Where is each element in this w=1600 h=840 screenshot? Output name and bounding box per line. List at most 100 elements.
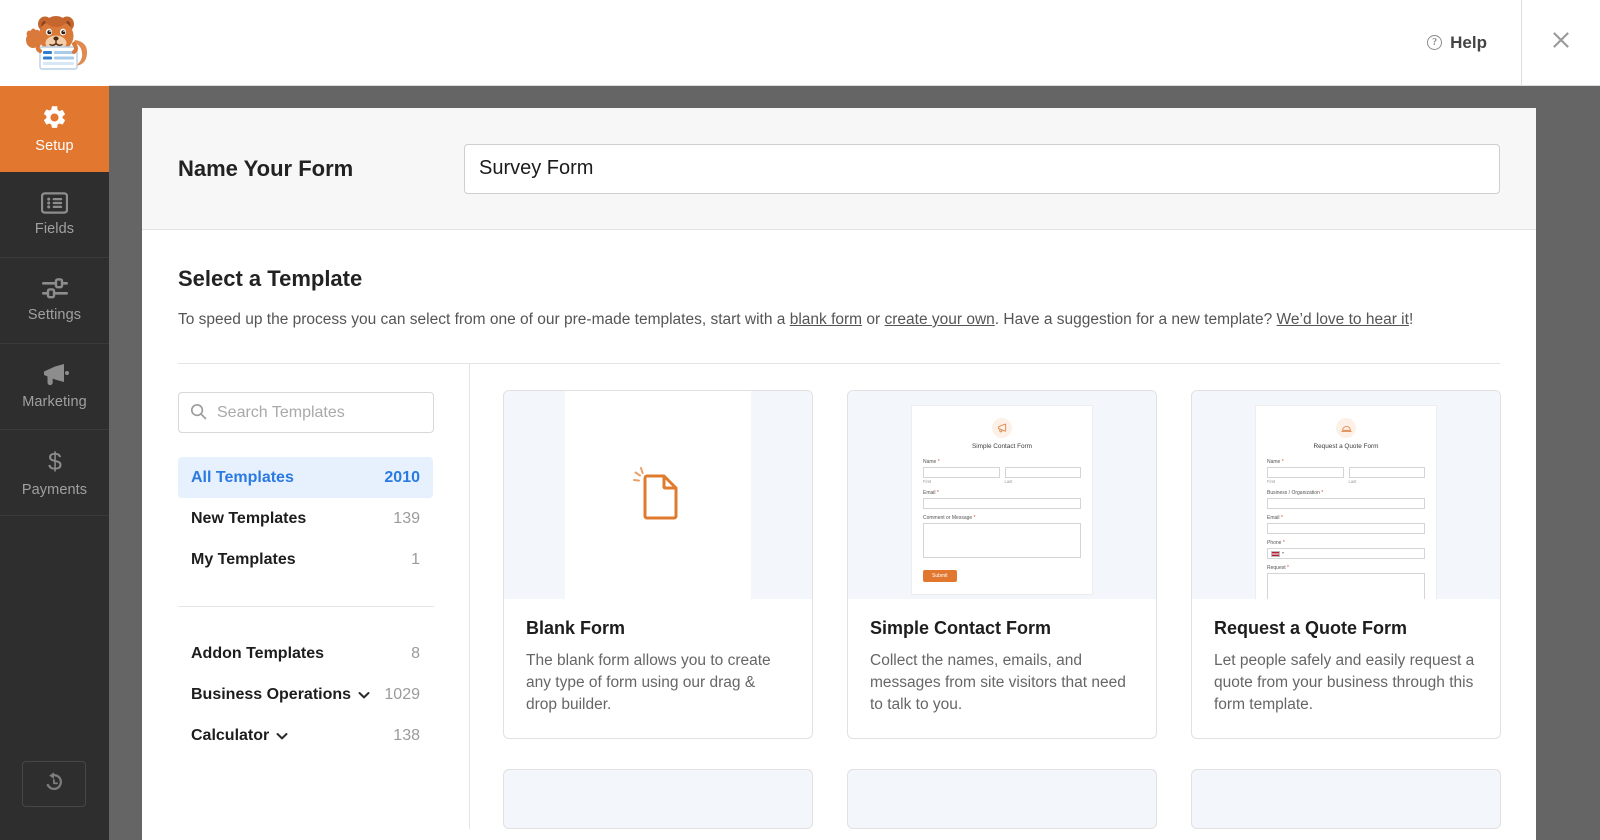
nav-item-setup-label: Setup [35, 138, 73, 154]
wpforms-mascot-logo [0, 0, 109, 86]
mini-field-name: Name * First Last [1267, 459, 1425, 485]
filter-count: 139 [393, 510, 420, 528]
desc-text-1: To speed up the process you can select f… [178, 311, 790, 328]
template-preview: Simple Contact Form Name * First Last [848, 391, 1156, 599]
template-card[interactable] [503, 769, 813, 829]
template-preview: Request a Quote Form Name * First Last [1192, 391, 1500, 599]
mini-textarea [1267, 573, 1425, 599]
mini-field-label: Name * [923, 459, 1081, 465]
list-icon [41, 192, 68, 214]
mini-input [923, 498, 1081, 509]
filter-all-templates[interactable]: All Templates 2010 [178, 457, 433, 498]
template-section: Select a Template To speed up the proces… [142, 230, 1536, 829]
mini-field-label: Email * [1267, 515, 1425, 521]
nav-item-fields-label: Fields [35, 221, 74, 237]
filter-calculator[interactable]: Calculator 138 [178, 715, 433, 756]
template-grid-column: Blank Form The blank form allows you to … [470, 364, 1501, 829]
filter-my-templates[interactable]: My Templates 1 [178, 539, 433, 580]
mini-field-label: Phone * [1267, 540, 1425, 546]
chevron-down-icon[interactable] [358, 686, 370, 704]
blank-form-link[interactable]: blank form [790, 311, 862, 328]
template-card-description: The blank form allows you to create any … [526, 650, 790, 716]
template-card-body: Blank Form The blank form allows you to … [504, 599, 812, 738]
template-card-description: Let people safely and easily request a q… [1214, 650, 1478, 716]
filter-business-operations[interactable]: Business Operations 1029 [178, 674, 433, 715]
mini-field-business: Business / Organization * [1267, 490, 1425, 509]
close-x-icon [1548, 27, 1574, 58]
mini-form-preview: Simple Contact Form Name * First Last [911, 405, 1093, 595]
template-card-title: Simple Contact Form [870, 618, 1134, 639]
mini-field-label: Request * [1267, 565, 1425, 571]
mini-form-preview: Request a Quote Form Name * First Last [1255, 405, 1437, 599]
template-card-description: Collect the names, emails, and messages … [870, 650, 1134, 716]
gear-icon [41, 104, 68, 131]
love-to-hear-it-link[interactable]: We’d love to hear it [1277, 311, 1409, 328]
template-card-blank-form[interactable]: Blank Form The blank form allows you to … [503, 390, 813, 739]
form-builder-screen: Setup Fields [0, 0, 1600, 840]
caret-down-icon: ▾ [1282, 551, 1284, 556]
nav-item-fields[interactable]: Fields [0, 172, 109, 258]
filter-count: 1029 [384, 686, 420, 704]
setup-panel: Name Your Form Select a Template To spee… [142, 108, 1536, 840]
sliders-icon [41, 278, 69, 300]
mini-field-label: Comment or Message * [923, 515, 1081, 521]
create-your-own-link[interactable]: create your own [885, 311, 995, 328]
filter-count: 138 [393, 727, 420, 745]
form-name-header: Name Your Form [142, 108, 1536, 230]
revisions-history-button[interactable] [22, 761, 86, 807]
mini-phone-input: ▾ [1267, 548, 1425, 559]
mini-sublabel-last: Last [1349, 479, 1426, 484]
filter-count: 2010 [384, 469, 420, 487]
template-card[interactable] [1191, 769, 1501, 829]
nav-item-payments[interactable]: $ Payments [0, 430, 109, 516]
filter-count: 1 [411, 551, 420, 569]
help-button[interactable]: ? Help [1427, 0, 1521, 86]
us-flag-icon [1271, 551, 1280, 557]
mini-field-label: Name * [1267, 459, 1425, 465]
mini-field-email: Email * [1267, 515, 1425, 534]
question-circle-icon: ? [1427, 35, 1442, 50]
filter-label: Addon Templates [191, 645, 324, 663]
form-name-input[interactable] [464, 144, 1500, 194]
filter-label: Business Operations [191, 686, 351, 704]
filter-label: New Templates [191, 510, 306, 528]
nav-item-setup[interactable]: Setup [0, 86, 109, 172]
primary-filter-list: All Templates 2010 New Templates 139 My … [178, 457, 433, 580]
nav-item-marketing-label: Marketing [22, 394, 87, 410]
nav-item-payments-label: Payments [22, 482, 87, 498]
search-templates-input[interactable] [178, 392, 434, 433]
history-revisions-icon [42, 770, 66, 799]
filter-new-templates[interactable]: New Templates 139 [178, 498, 433, 539]
template-card-simple-contact-form[interactable]: Simple Contact Form Name * First Last [847, 390, 1157, 739]
nav-item-marketing[interactable]: Marketing [0, 344, 109, 430]
nav-item-settings[interactable]: Settings [0, 258, 109, 344]
mini-sublabel-first: First [1267, 479, 1344, 484]
megaphone-icon [992, 418, 1012, 438]
mini-input [1005, 467, 1082, 478]
close-builder-button[interactable] [1522, 0, 1600, 86]
dollar-icon: $ [44, 447, 66, 475]
mini-form-heading: Request a Quote Form [1267, 443, 1425, 451]
mini-submit-button: Submit [923, 570, 957, 582]
mini-field-name: Name * First Last [923, 459, 1081, 485]
top-bar: ? Help [109, 0, 1600, 86]
mini-textarea [923, 523, 1081, 558]
desc-text-2: . Have a suggestion for a new template? [995, 311, 1277, 328]
mini-input [1349, 467, 1426, 478]
search-templates-wrapper [178, 392, 433, 433]
filter-addon-templates[interactable]: Addon Templates 8 [178, 633, 433, 674]
chevron-down-icon[interactable] [276, 727, 288, 745]
template-card-title: Request a Quote Form [1214, 618, 1478, 639]
category-filter-list: Addon Templates 8 Business Operations 10… [178, 633, 433, 756]
mini-sublabel-first: First [923, 479, 1000, 484]
template-grid: Blank Form The blank form allows you to … [503, 390, 1501, 739]
template-card-body: Simple Contact Form Collect the names, e… [848, 599, 1156, 738]
template-card-request-a-quote-form[interactable]: Request a Quote Form Name * First Last [1191, 390, 1501, 739]
mini-form-heading: Simple Contact Form [923, 443, 1081, 451]
mini-input [1267, 523, 1425, 534]
template-card[interactable] [847, 769, 1157, 829]
filter-label: All Templates [191, 469, 294, 487]
page-title: Select a Template [178, 266, 1500, 292]
filter-divider [178, 606, 434, 607]
blank-document-icon [633, 463, 683, 528]
